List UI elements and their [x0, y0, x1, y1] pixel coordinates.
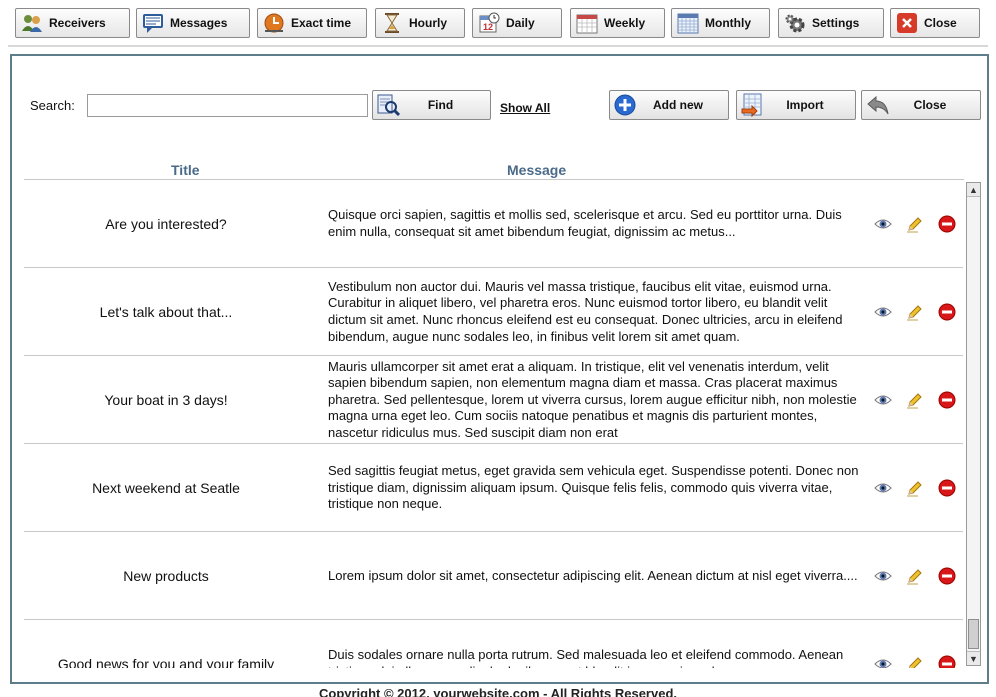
column-header-title[interactable]: Title [171, 162, 200, 178]
edit-pencil-icon[interactable] [906, 567, 924, 585]
monthly-label: Monthly [705, 16, 751, 30]
hourglass-icon [381, 12, 403, 34]
close-label: Close [913, 98, 947, 112]
close-app-label: Close [924, 16, 957, 30]
toolbar-divider [8, 45, 988, 47]
table-row: Are you interested? Quisque orci sapien,… [24, 180, 963, 268]
row-message: Vestibulum non auctor dui. Mauris vel ma… [328, 278, 843, 344]
row-title: New products [123, 568, 209, 584]
view-eye-icon[interactable] [874, 303, 892, 321]
find-icon [377, 93, 401, 117]
calendar-month-icon [677, 12, 699, 34]
table-row: Your boat in 3 days! Mauris ullamcorper … [24, 356, 963, 444]
receivers-button[interactable]: Receivers [15, 8, 130, 38]
messages-panel: Search: Find Show All Add new Import Clo… [10, 54, 989, 684]
show-all-link[interactable]: Show All [500, 101, 550, 115]
monthly-button[interactable]: Monthly [671, 8, 770, 38]
close-button[interactable]: Close [861, 90, 981, 120]
vertical-scrollbar[interactable]: ▲ ▼ [966, 182, 981, 666]
search-label: Search: [30, 98, 75, 113]
back-arrow-icon [866, 93, 890, 117]
messages-button[interactable]: Messages [136, 8, 250, 38]
footer-copyright: Copyright © 2012, yourwebsite.com - All … [318, 686, 678, 697]
messages-table: Are you interested? Quisque orci sapien,… [24, 180, 963, 668]
add-new-button[interactable]: Add new [609, 90, 729, 120]
row-title: Let's talk about that... [99, 304, 233, 320]
messages-label: Messages [170, 16, 228, 30]
view-eye-icon[interactable] [874, 567, 892, 585]
edit-pencil-icon[interactable] [906, 479, 924, 497]
import-button[interactable]: Import [736, 90, 856, 120]
message-icon [142, 12, 164, 34]
search-input[interactable] [87, 94, 368, 117]
plus-icon [614, 93, 638, 117]
delete-icon[interactable] [938, 303, 956, 321]
table-row: Next weekend at Seatle Sed sagittis feug… [24, 444, 963, 532]
row-message: Duis sodales ornare nulla porta rutrum. … [328, 647, 844, 668]
scrollbar-thumb[interactable] [968, 619, 979, 649]
daily-button[interactable]: 12 Daily [472, 8, 562, 38]
hourly-button[interactable]: Hourly [375, 8, 465, 38]
exact-time-button[interactable]: Exact time [257, 8, 367, 38]
calendar-day-number: 12 [483, 22, 493, 32]
calendar-week-icon [576, 12, 598, 34]
delete-icon[interactable] [938, 479, 956, 497]
clock-icon [263, 12, 285, 34]
close-app-button[interactable]: Close [890, 8, 980, 38]
delete-icon[interactable] [938, 567, 956, 585]
row-message: Mauris ullamcorper sit amet erat a aliqu… [328, 358, 857, 440]
calendar-day-icon: 12 [478, 12, 500, 34]
delete-icon[interactable] [938, 655, 956, 668]
row-title: Good news for you and your family [57, 656, 275, 668]
receivers-label: Receivers [49, 16, 106, 30]
view-eye-icon[interactable] [874, 391, 892, 409]
settings-label: Settings [812, 16, 860, 30]
table-row: Let's talk about that... Vestibulum non … [24, 268, 963, 356]
hourly-label: Hourly [409, 16, 448, 30]
view-eye-icon[interactable] [874, 215, 892, 233]
edit-pencil-icon[interactable] [906, 391, 924, 409]
close-icon [896, 12, 918, 34]
scroll-down-arrow-icon[interactable]: ▼ [967, 651, 980, 665]
view-eye-icon[interactable] [874, 479, 892, 497]
import-label: Import [786, 98, 824, 112]
delete-icon[interactable] [938, 215, 956, 233]
edit-pencil-icon[interactable] [906, 303, 924, 321]
row-message: Sed sagittis feugiat metus, eget gravida… [328, 463, 859, 512]
users-icon [21, 12, 43, 34]
edit-pencil-icon[interactable] [906, 655, 924, 668]
top-toolbar: Receivers Messages Exact time Hourly 12 … [0, 0, 996, 46]
find-label: Find [427, 98, 454, 112]
find-button[interactable]: Find [372, 90, 491, 120]
scroll-up-arrow-icon[interactable]: ▲ [967, 183, 980, 197]
table-row: New products Lorem ipsum dolor sit amet,… [24, 532, 963, 620]
import-icon [741, 93, 765, 118]
view-eye-icon[interactable] [874, 655, 892, 668]
settings-button[interactable]: Settings [778, 8, 884, 38]
gear-icon [784, 12, 806, 34]
table-row: Good news for you and your family Duis s… [24, 620, 963, 668]
delete-icon[interactable] [938, 391, 956, 409]
row-title: Your boat in 3 days! [104, 392, 228, 408]
row-title: Are you interested? [105, 216, 227, 232]
column-header-message[interactable]: Message [507, 162, 566, 178]
weekly-label: Weekly [604, 16, 646, 30]
row-message: Quisque orci sapien, sagittis et mollis … [328, 207, 842, 239]
row-title: Next weekend at Seatle [92, 480, 240, 496]
edit-pencil-icon[interactable] [906, 215, 924, 233]
daily-label: Daily [506, 16, 535, 30]
add-new-label: Add new [653, 98, 703, 112]
weekly-button[interactable]: Weekly [570, 8, 665, 38]
row-message: Lorem ipsum dolor sit amet, consectetur … [328, 567, 858, 583]
exact-time-label: Exact time [291, 16, 352, 30]
